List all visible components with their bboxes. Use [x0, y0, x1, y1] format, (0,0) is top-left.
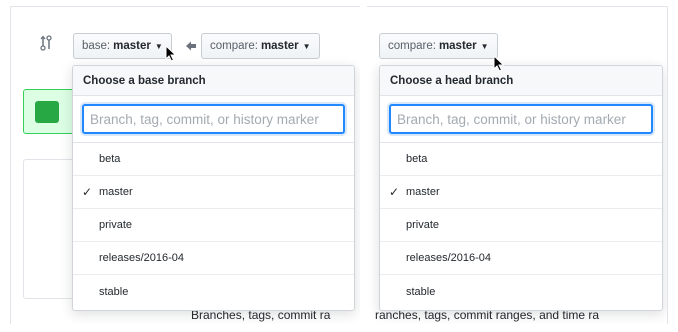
base-value: master	[113, 40, 151, 52]
branch-name: master	[406, 186, 440, 198]
branch-name: private	[99, 219, 133, 231]
git-compare-icon	[40, 35, 52, 51]
branch-name: beta	[406, 153, 428, 165]
branch-name: master	[99, 186, 133, 198]
dropdown-filter	[380, 96, 662, 143]
base-branch-button[interactable]: base: master ▼	[73, 33, 172, 59]
compare-label: compare:	[210, 40, 258, 52]
checkmark-icon: ✓	[389, 185, 400, 199]
branch-item-beta[interactable]: beta	[380, 143, 662, 176]
branch-list: beta ✓ master private releases/2016-04 s…	[73, 143, 354, 308]
branch-item-stable[interactable]: stable	[73, 275, 354, 308]
branch-list: beta ✓ master private releases/2016-04 s…	[380, 143, 662, 308]
branch-filter-input[interactable]	[389, 104, 653, 134]
branch-name: releases/2016-04	[406, 252, 492, 264]
compare-value: master	[438, 40, 477, 52]
branch-item-beta[interactable]: beta	[73, 143, 354, 176]
dropdown-title: Choose a head branch	[380, 66, 662, 96]
base-branch-dropdown: Choose a base branch beta ✓ master priva…	[72, 65, 355, 311]
checkmark-icon: ✓	[82, 185, 93, 199]
branch-item-master[interactable]: ✓ master	[380, 176, 662, 209]
branch-name: releases/2016-04	[99, 252, 185, 264]
merge-status-icon	[35, 101, 59, 123]
branch-name: stable	[406, 285, 436, 298]
head-branch-panel: compare: master ▼ ranches, tags, commit …	[367, 6, 668, 324]
compare-value: master	[260, 40, 299, 52]
branch-name: private	[406, 219, 440, 231]
compare-branch-button[interactable]: compare: master ▼	[201, 33, 320, 59]
mouse-cursor-icon	[493, 55, 505, 72]
dropdown-title: Choose a base branch	[73, 66, 354, 96]
branch-filter-input[interactable]	[82, 104, 345, 134]
branch-item-releases-2016-04[interactable]: releases/2016-04	[73, 242, 354, 275]
compare-branch-button[interactable]: compare: master ▼	[379, 33, 498, 59]
branch-name: beta	[99, 153, 121, 165]
branch-name: stable	[99, 285, 129, 298]
compare-label: compare:	[388, 40, 436, 52]
branch-item-releases-2016-04[interactable]: releases/2016-04	[380, 242, 662, 275]
base-branch-panel: base: master ▼ compare: master ▼ I Branc…	[10, 6, 360, 324]
base-label: base:	[82, 40, 111, 52]
branch-item-master[interactable]: ✓ master	[73, 176, 354, 209]
branch-item-stable[interactable]: stable	[380, 275, 662, 308]
mouse-cursor-icon	[165, 45, 177, 62]
chevron-down-icon: ▼	[480, 41, 489, 51]
branch-item-private[interactable]: private	[73, 209, 354, 242]
head-branch-dropdown: Choose a head branch beta ✓ master priva…	[379, 65, 663, 311]
chevron-down-icon: ▼	[302, 41, 311, 51]
branch-item-private[interactable]: private	[380, 209, 662, 242]
arrow-left-icon	[186, 41, 196, 51]
chevron-down-icon: ▼	[154, 41, 163, 51]
dropdown-filter	[73, 96, 354, 143]
